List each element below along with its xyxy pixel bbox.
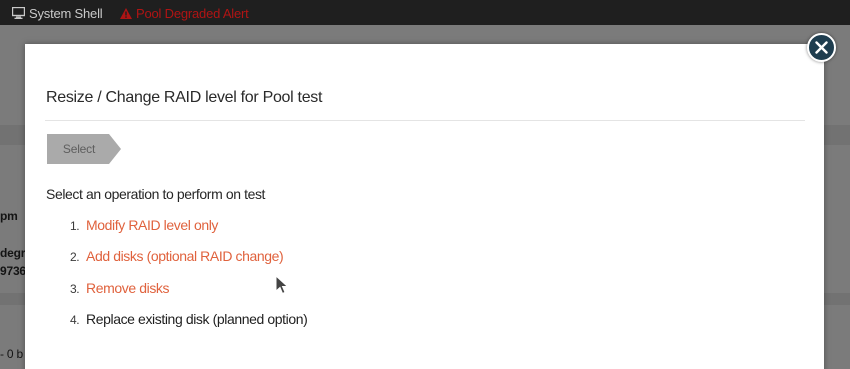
resize-raid-modal: Resize / Change RAID level for Pool test… <box>25 44 824 369</box>
monitor-icon <box>11 1 26 28</box>
step-label: Select <box>62 142 96 156</box>
backdrop-text: pm <box>0 209 18 223</box>
operation-number: 4. <box>70 313 80 327</box>
modal-title: Resize / Change RAID level for Pool test <box>46 89 323 106</box>
modify-raid-level-link[interactable]: Modify RAID level only <box>86 217 218 233</box>
close-icon <box>815 41 828 54</box>
operation-number: 2. <box>70 250 80 264</box>
operation-prompt: Select an operation to perform on test <box>46 186 266 202</box>
backdrop-text: - 0 b <box>0 347 24 361</box>
remove-disks-link[interactable]: Remove disks <box>86 280 170 296</box>
replace-disk-option: Replace existing disk (planned option) <box>86 311 308 327</box>
warning-icon <box>120 1 132 28</box>
close-modal-button[interactable] <box>807 33 836 62</box>
modal-divider <box>45 120 805 121</box>
operation-number: 1. <box>70 219 80 233</box>
mouse-cursor-icon <box>275 274 289 300</box>
operation-item: 4. Replace existing disk (planned option) <box>70 311 308 329</box>
wizard-step-select: Select <box>47 134 121 164</box>
operation-item: 3. Remove disks <box>70 280 170 298</box>
system-shell-link[interactable]: System Shell <box>11 0 103 28</box>
system-shell-label: System Shell <box>29 6 103 21</box>
top-nav-bar: System Shell Pool Degraded Alert <box>0 0 850 25</box>
pool-degraded-alert-label: Pool Degraded Alert <box>136 6 249 21</box>
operation-item: 1. Modify RAID level only <box>70 217 218 235</box>
backdrop-text: 9736 <box>0 264 26 278</box>
add-disks-link[interactable]: Add disks (optional RAID change) <box>86 248 284 264</box>
operation-item: 2. Add disks (optional RAID change) <box>70 248 284 266</box>
pool-degraded-alert-link[interactable]: Pool Degraded Alert <box>120 0 249 25</box>
operation-number: 3. <box>70 282 80 296</box>
